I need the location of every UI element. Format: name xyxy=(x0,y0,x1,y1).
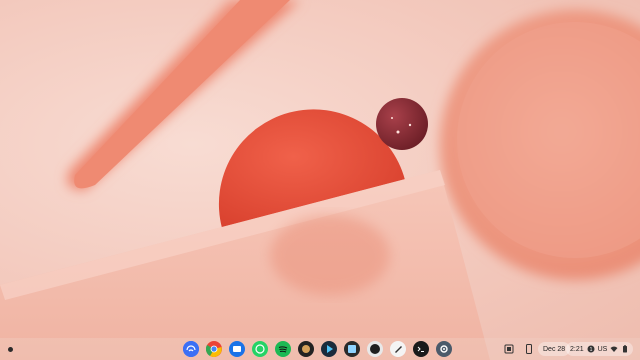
terminal-icon xyxy=(413,341,429,357)
launcher-button[interactable] xyxy=(4,343,16,355)
status-area[interactable]: 2:21 1 US xyxy=(566,342,634,356)
app-terminal[interactable] xyxy=(413,341,429,357)
app-settings[interactable] xyxy=(436,341,452,357)
app-inkscape[interactable] xyxy=(390,341,406,357)
app-github[interactable] xyxy=(367,341,383,357)
play-icon xyxy=(321,341,337,357)
github-icon xyxy=(367,341,383,357)
locale-label: US xyxy=(597,345,608,353)
app-photos[interactable] xyxy=(344,341,360,357)
chrome-icon xyxy=(206,341,222,357)
gear-icon xyxy=(436,341,452,357)
app-spotify[interactable] xyxy=(275,341,291,357)
folder-icon xyxy=(229,341,245,357)
app-files-sync[interactable] xyxy=(183,341,199,357)
pinned-apps xyxy=(183,341,452,357)
app-playstore[interactable] xyxy=(321,341,337,357)
shelf: Dec 28 2:21 1 US xyxy=(0,0,640,360)
screenshot-button[interactable] xyxy=(502,342,516,356)
spotify-icon xyxy=(275,341,291,357)
app-files[interactable] xyxy=(229,341,245,357)
chat-icon xyxy=(252,341,268,357)
pen-icon xyxy=(390,341,406,357)
phone-icon xyxy=(526,344,532,354)
phone-hub-button[interactable] xyxy=(522,342,536,356)
image-icon xyxy=(344,341,360,357)
time-label: 2:21 xyxy=(570,345,584,353)
svg-text:1: 1 xyxy=(589,347,592,353)
notification-icon: 1 xyxy=(587,345,595,353)
app-whatsapp[interactable] xyxy=(252,341,268,357)
app-chrome[interactable] xyxy=(206,341,222,357)
sync-icon xyxy=(183,341,199,357)
gamepad-icon xyxy=(298,341,314,357)
tray-buttons xyxy=(502,342,536,356)
battery-icon xyxy=(621,345,629,353)
app-game[interactable] xyxy=(298,341,314,357)
wifi-icon xyxy=(610,345,618,353)
launcher-circle-icon xyxy=(7,346,13,352)
overview-icon xyxy=(504,344,514,354)
date-label: Dec 28 xyxy=(543,345,566,353)
